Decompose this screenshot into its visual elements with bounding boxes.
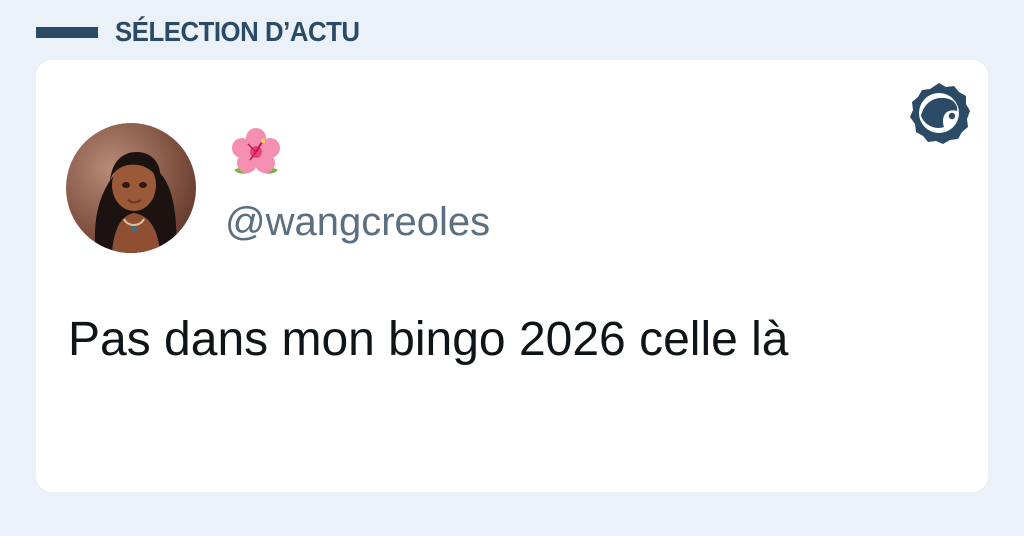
header-accent-bar	[36, 26, 98, 38]
section-title: SÉLECTION D’ACTU	[115, 16, 360, 47]
hibiscus-flower-emoji	[232, 128, 280, 174]
tweet-card: @wangcreoles Pas dans mon bingo 2026 cel…	[36, 60, 988, 492]
tweet-text: Pas dans mon bingo 2026 celle là	[68, 313, 789, 366]
user-avatar[interactable]	[66, 123, 196, 253]
section-header: SÉLECTION D’ACTU	[36, 14, 381, 50]
user-handle[interactable]: @wangcreoles	[225, 200, 490, 245]
brand-face-logo-icon[interactable]	[906, 80, 972, 146]
